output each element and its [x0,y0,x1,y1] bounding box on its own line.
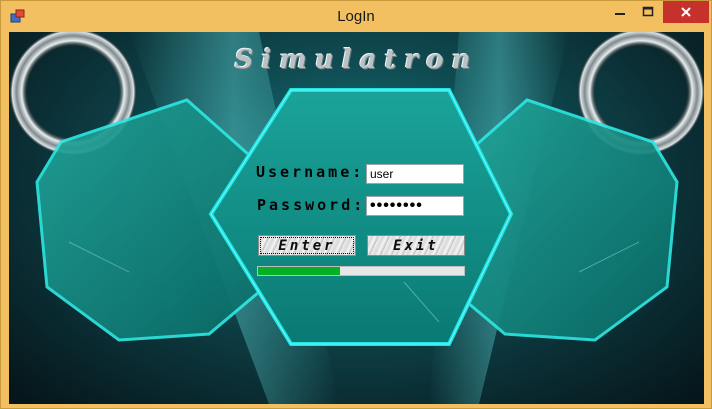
progress-fill [258,267,341,275]
maximize-icon [642,6,654,17]
title-bar: LogIn [1,1,711,31]
login-progress-bar [257,266,465,276]
window-title: LogIn [337,8,375,25]
enter-button[interactable]: Enter [258,235,356,256]
close-icon [681,7,691,17]
maximize-button[interactable] [635,1,661,23]
login-window: LogIn Simulatron Username: user Password… [0,0,712,409]
minimize-button[interactable] [607,1,633,23]
minimize-icon [615,13,625,15]
username-input[interactable] [366,164,464,184]
password-label: Password: [257,196,366,214]
exit-button[interactable]: Exit [367,235,465,256]
background-art [9,32,704,404]
close-button[interactable] [663,1,709,23]
app-banner-title: Simulatron [234,45,479,75]
username-label: Username: [256,163,365,181]
login-panel: Simulatron Username: Password: Enter Exi… [9,32,704,404]
password-input[interactable] [366,196,464,216]
